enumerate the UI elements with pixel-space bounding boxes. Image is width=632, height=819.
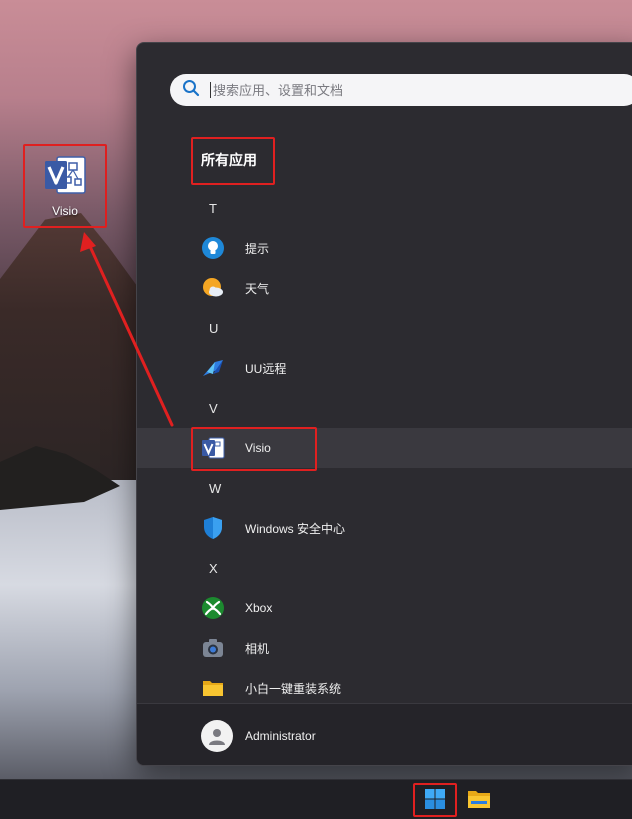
visio-item-highlight bbox=[191, 427, 317, 471]
letter-label: X bbox=[209, 560, 218, 576]
app-label: UU远程 bbox=[245, 361, 287, 376]
folder-icon bbox=[201, 676, 225, 700]
weather-icon bbox=[201, 276, 225, 300]
section-title-highlight bbox=[191, 137, 275, 185]
letter-label: U bbox=[209, 320, 219, 336]
start-menu: 所有应用 T 提示 天气 U bbox=[136, 42, 632, 766]
app-item-xbox[interactable]: Xbox bbox=[137, 588, 632, 628]
letter-label: W bbox=[209, 480, 222, 496]
app-label: Xbox bbox=[245, 601, 273, 615]
desktop-icon-highlight bbox=[23, 144, 107, 228]
camera-icon bbox=[201, 636, 225, 660]
app-item-camera[interactable]: 相机 bbox=[137, 628, 632, 668]
text-cursor bbox=[210, 82, 211, 98]
tips-icon bbox=[201, 236, 225, 260]
start-button-highlight bbox=[413, 783, 457, 817]
user-name[interactable]: Administrator bbox=[245, 729, 316, 743]
app-item-tips[interactable]: 提示 bbox=[137, 228, 632, 268]
app-label: 小白一键重装系统 bbox=[245, 681, 342, 696]
xbox-icon bbox=[201, 596, 225, 620]
app-label: 天气 bbox=[245, 281, 270, 296]
app-item-weather[interactable]: 天气 bbox=[137, 268, 632, 308]
user-avatar[interactable] bbox=[201, 719, 233, 752]
search-icon bbox=[182, 79, 200, 102]
file-explorer-icon bbox=[467, 788, 491, 815]
app-label: Windows 安全中心 bbox=[245, 521, 346, 536]
app-item-uu-remote[interactable]: UU远程 bbox=[137, 348, 632, 388]
search-bar[interactable] bbox=[170, 74, 632, 106]
letter-header-w[interactable]: W bbox=[137, 468, 632, 508]
user-bar: Administrator bbox=[137, 703, 632, 765]
windows-security-icon bbox=[201, 516, 225, 540]
app-item-windows-security[interactable]: Windows 安全中心 bbox=[137, 508, 632, 548]
letter-header-t[interactable]: T bbox=[137, 188, 632, 228]
letter-header-x[interactable]: X bbox=[137, 548, 632, 588]
letter-header-u[interactable]: U bbox=[137, 308, 632, 348]
app-label: 提示 bbox=[245, 241, 270, 256]
letter-label: T bbox=[209, 200, 217, 216]
app-label: 相机 bbox=[245, 641, 270, 656]
search-input[interactable] bbox=[213, 82, 593, 98]
app-item-xiaobai-reinstall[interactable]: 小白一键重装系统 bbox=[137, 668, 632, 708]
uu-remote-icon bbox=[201, 356, 225, 380]
file-explorer-button[interactable] bbox=[461, 785, 497, 817]
letter-label: V bbox=[209, 400, 218, 416]
taskbar bbox=[0, 779, 632, 819]
letter-header-v[interactable]: V bbox=[137, 388, 632, 428]
